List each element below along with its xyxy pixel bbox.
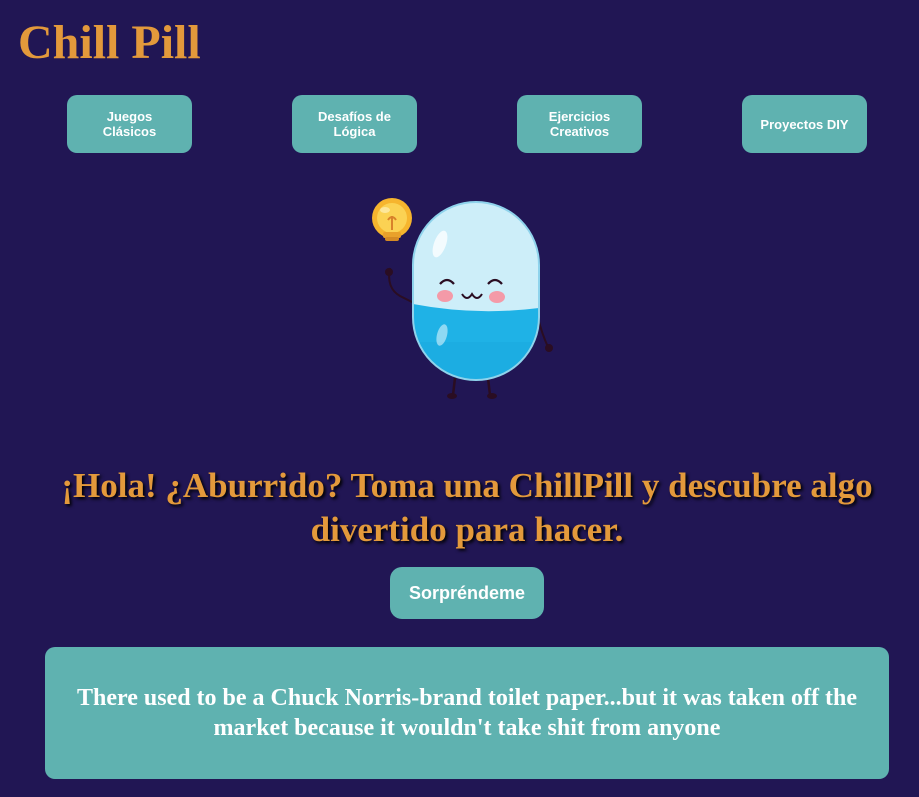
category-nav: Juegos Clásicos Desafíos de Lógica Ejerc… bbox=[0, 95, 919, 153]
page: Chill Pill Juegos Clásicos Desafíos de L… bbox=[0, 0, 919, 797]
brand-title: Chill Pill bbox=[18, 16, 201, 69]
lightbulb-icon bbox=[372, 198, 412, 241]
joke-text: There used to be a Chuck Norris-brand to… bbox=[76, 685, 858, 741]
pill-mascot-icon bbox=[372, 198, 553, 399]
nav-button-juegos-clasicos[interactable]: Juegos Clásicos bbox=[67, 95, 192, 153]
nav-button-proyectos-diy[interactable]: Proyectos DIY bbox=[742, 95, 867, 153]
surprise-me-button[interactable]: Sorpréndeme bbox=[390, 567, 544, 619]
joke-card: There used to be a Chuck Norris-brand to… bbox=[45, 647, 889, 779]
hero-headline: ¡Hola! ¿Aburrido? Toma una ChillPill y d… bbox=[61, 466, 873, 549]
nav-button-desafios-logica[interactable]: Desafíos de Lógica bbox=[292, 95, 417, 153]
nav-button-ejercicios-creativos[interactable]: Ejercicios Creativos bbox=[517, 95, 642, 153]
